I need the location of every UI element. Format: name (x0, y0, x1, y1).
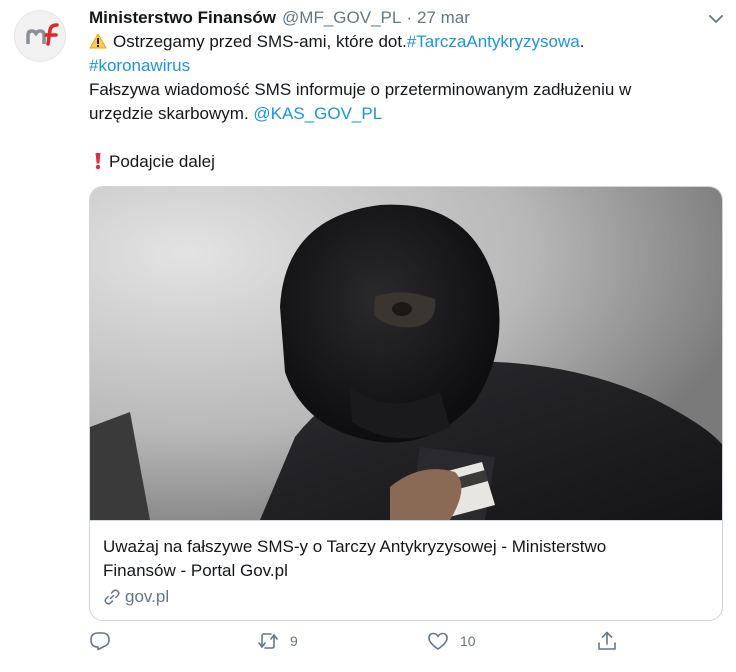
tweet-line-1-end: . (579, 32, 585, 51)
retweet-button[interactable]: 9 (257, 630, 298, 652)
card-title-line-2: Finansów - Portal Gov.pl (103, 561, 288, 580)
tweet-header: Ministerstwo Finansów @MF_GOV_PL · 27 ma… (89, 6, 725, 30)
reply-icon (90, 632, 110, 651)
chevron-down-icon[interactable] (709, 14, 723, 24)
tweet-line-1: Ostrzegamy przed SMS-ami, które dot.#Tar… (89, 30, 725, 54)
card-title-line-1: Uważaj na fałszywe SMS-y o Tarczy Antykr… (103, 537, 607, 556)
warning-emoji-icon (89, 33, 107, 49)
tweet[interactable]: Ministerstwo Finansów @MF_GOV_PL · 27 ma… (89, 6, 725, 621)
tweet-actions: 9 10 (89, 630, 729, 658)
tweet-line-1-text: Ostrzegamy przed SMS-ami, które dot. (113, 32, 407, 51)
author-handle[interactable]: @MF_GOV_PL (282, 8, 401, 28)
tweet-text: Ostrzegamy przed SMS-ami, które dot.#Tar… (89, 30, 725, 174)
retweet-count: 9 (290, 633, 298, 649)
tweet-line-6: Podajcie dalej (109, 152, 215, 171)
exclamation-emoji-icon (95, 153, 101, 170)
retweet-icon (258, 633, 278, 649)
like-button[interactable]: 10 (427, 630, 476, 652)
card-domain[interactable]: gov.pl (103, 587, 169, 607)
masked-thief-with-card-photo (90, 187, 722, 520)
avatar[interactable] (14, 10, 66, 62)
hashtag-koronawirus[interactable]: #koronawirus (89, 56, 190, 75)
share-icon (598, 631, 616, 650)
like-count: 10 (460, 633, 476, 649)
timestamp[interactable]: 27 mar (417, 8, 470, 28)
mf-logo-icon (26, 23, 59, 46)
link-card[interactable]: Uważaj na fałszywe SMS-y o Tarczy Antykr… (89, 186, 723, 621)
card-title[interactable]: Uważaj na fałszywe SMS-y o Tarczy Antykr… (103, 535, 703, 583)
hashtag-tarcza[interactable]: #TarczaAntykryzysowa (407, 32, 580, 51)
tweet-line-4: urzędzie skarbowym. (89, 104, 249, 123)
reply-button[interactable] (89, 630, 111, 652)
card-domain-text: gov.pl (125, 587, 170, 606)
card-image[interactable] (90, 187, 722, 521)
author-name[interactable]: Ministerstwo Finansów (89, 8, 276, 28)
link-icon (104, 589, 120, 605)
mention-kas[interactable]: @KAS_GOV_PL (253, 104, 382, 123)
share-button[interactable] (596, 630, 618, 652)
heart-icon (428, 632, 448, 650)
tweet-line-3: Fałszywa wiadomość SMS informuje o przet… (89, 80, 632, 99)
header-separator: · (406, 8, 412, 27)
